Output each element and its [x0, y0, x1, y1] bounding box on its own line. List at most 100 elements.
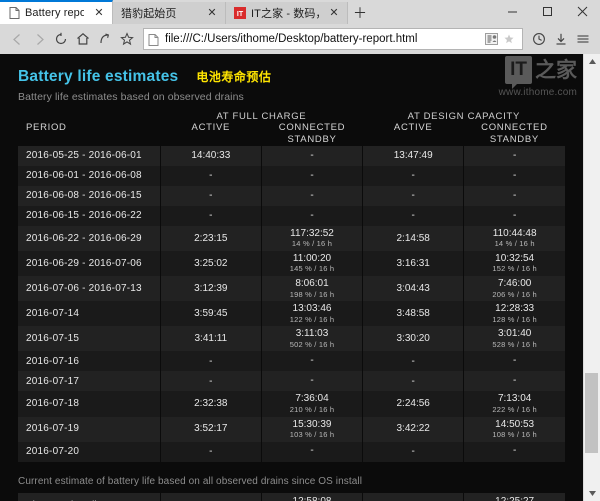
value: 14:50:53: [495, 419, 534, 430]
row-period: 2016-06-01 - 2016-06-08: [18, 166, 160, 186]
history-icon[interactable]: [528, 27, 550, 51]
watermark-zh-text: 之家: [535, 60, 577, 81]
refresh-icon[interactable]: [50, 27, 72, 51]
value: 7:13:04: [498, 393, 531, 404]
value: -: [310, 170, 313, 181]
row-standby-design: 3:01:40528 % / 16 h: [464, 326, 565, 351]
value: 12:28:33: [495, 303, 534, 314]
scrollbar-track[interactable]: [584, 69, 600, 486]
summary-table: Since OS install 3:01:20 12:58:08 123 % …: [18, 493, 565, 501]
favorite-star-icon[interactable]: [116, 27, 138, 51]
new-tab-button[interactable]: ＋: [348, 2, 372, 24]
tab-ithome[interactable]: IT IT之家 - 数码，科技，生 ✕: [226, 2, 348, 24]
value: -: [310, 150, 313, 161]
percent-note: 528 % / 16 h: [464, 341, 565, 350]
battery-report-page: IT 之家 www.ithome.com Battery life estima…: [0, 54, 583, 501]
favorites-star-icon[interactable]: [500, 30, 518, 48]
row-standby-full: -: [261, 186, 362, 206]
value: 15:30:39: [293, 419, 332, 430]
row-active-design: 3:48:58: [363, 301, 464, 326]
summary-active-full: 3:01:20: [160, 493, 261, 501]
row-active-design: 3:16:31: [363, 251, 464, 276]
report-title-line: Battery life estimates 电池寿命预估: [18, 68, 565, 86]
tab-liebao-homepage[interactable]: 猎豹起始页 ✕: [113, 2, 226, 24]
value: 2016-07-17: [26, 376, 79, 387]
table-row: 2016-06-22 - 2016-06-292:23:15117:32:521…: [18, 226, 565, 251]
value: 11:00:20: [293, 253, 331, 264]
row-active-full: 14:40:33: [160, 146, 261, 166]
row-standby-design: -: [464, 371, 565, 391]
row-period: 2016-07-17: [18, 371, 160, 391]
row-standby-full: 11:00:20145 % / 16 h: [261, 251, 362, 276]
value: -: [310, 445, 313, 456]
minimize-button[interactable]: [495, 0, 530, 22]
value: 2016-07-20: [26, 446, 79, 457]
reading-mode-icon[interactable]: [482, 30, 500, 48]
tab-battery-report[interactable]: Battery report ✕: [0, 0, 113, 24]
page-icon: [8, 7, 20, 19]
scrollbar-thumb[interactable]: [585, 373, 598, 452]
row-period: 2016-06-22 - 2016-06-29: [18, 226, 160, 251]
tab-close-button[interactable]: ✕: [92, 6, 106, 20]
value: 2:14:58: [397, 233, 430, 244]
page-scrollbar[interactable]: [583, 54, 600, 501]
row-standby-full: -: [261, 442, 362, 462]
row-period: 2016-07-19: [18, 417, 160, 442]
address-bar-text[interactable]: file:///C:/Users/ithome/Desktop/battery-…: [165, 33, 482, 45]
group-header-empty: [18, 111, 160, 122]
row-standby-design: 7:46:00206 % / 16 h: [464, 276, 565, 301]
page-viewport: IT 之家 www.ithome.com Battery life estima…: [0, 54, 600, 501]
tab-close-button[interactable]: ✕: [327, 6, 341, 20]
value: 2016-06-29 - 2016-07-06: [26, 258, 142, 269]
value: 3:25:02: [194, 258, 227, 269]
row-active-design: 3:30:20: [363, 326, 464, 351]
maximize-button[interactable]: [530, 0, 565, 22]
row-active-design: -: [363, 166, 464, 186]
percent-note: 502 % / 16 h: [262, 341, 362, 350]
navigation-toolbar: file:///C:/Users/ithome/Desktop/battery-…: [0, 24, 600, 54]
column-header-row: PERIOD ACTIVE CONNECTED STANDBY ACTIVE C…: [18, 122, 565, 146]
value: -: [310, 210, 313, 221]
value: 3:11:03: [296, 328, 329, 339]
row-active-full: 3:41:11: [160, 326, 261, 351]
percent-note: 152 % / 16 h: [464, 265, 565, 274]
value: -: [412, 356, 415, 367]
value: 14:40:33: [191, 150, 230, 161]
scroll-up-button[interactable]: [584, 54, 600, 69]
row-active-full: 2:32:38: [160, 391, 261, 416]
row-active-design: 3:42:22: [363, 417, 464, 442]
tab-title: IT之家 - 数码，科技，生: [251, 5, 319, 21]
table-row: 2016-07-182:32:387:36:04210 % / 16 h2:24…: [18, 391, 565, 416]
percent-note: 122 % / 16 h: [262, 316, 362, 325]
row-standby-design: -: [464, 186, 565, 206]
value: -: [209, 190, 212, 201]
window-controls: [495, 0, 600, 24]
percent-note: 14 % / 16 h: [262, 240, 362, 249]
value: -: [209, 170, 212, 181]
row-standby-design: -: [464, 442, 565, 462]
back-icon[interactable]: [6, 27, 28, 51]
row-period: 2016-06-08 - 2016-06-15: [18, 186, 160, 206]
scroll-down-button[interactable]: [584, 486, 600, 501]
row-active-design: 13:47:49: [363, 146, 464, 166]
close-button[interactable]: [565, 0, 600, 22]
summary-active-design: 2:53:43: [363, 493, 464, 501]
tab-close-button[interactable]: ✕: [205, 6, 219, 20]
row-standby-full: 8:06:01198 % / 16 h: [261, 276, 362, 301]
standby-line1: CONNECTED: [279, 122, 345, 133]
row-standby-full: 15:30:39103 % / 16 h: [261, 417, 362, 442]
value: -: [412, 210, 415, 221]
row-standby-full: 7:36:04210 % / 16 h: [261, 391, 362, 416]
row-active-design: 2:14:58: [363, 226, 464, 251]
downloads-icon[interactable]: [550, 27, 572, 51]
reading-view-icon[interactable]: [94, 27, 116, 51]
home-icon[interactable]: [72, 27, 94, 51]
watermark-url: www.ithome.com: [499, 87, 577, 98]
row-standby-full: 117:32:5214 % / 16 h: [261, 226, 362, 251]
address-bar[interactable]: file:///C:/Users/ithome/Desktop/battery-…: [143, 28, 523, 50]
value: -: [412, 170, 415, 181]
browser-window: Battery report ✕ 猎豹起始页 ✕ IT IT之家 - 数码，科技…: [0, 0, 600, 501]
ithome-watermark: IT 之家 www.ithome.com: [499, 56, 577, 98]
forward-icon[interactable]: [28, 27, 50, 51]
menu-icon[interactable]: [572, 27, 594, 51]
